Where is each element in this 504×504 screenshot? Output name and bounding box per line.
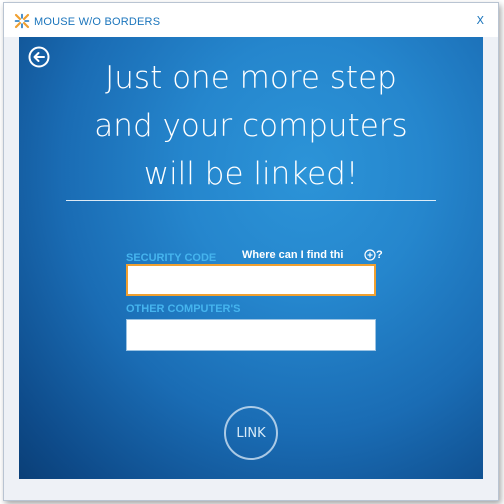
security-code-input[interactable] [126, 264, 376, 296]
headline-line-2: and your computers [94, 108, 408, 144]
security-code-label: SECURITY CODE [126, 252, 217, 264]
other-computer-label: OTHER COMPUTER'S [126, 303, 241, 315]
help-link-suffix[interactable]: ? [376, 249, 383, 261]
headline-line-3: will be linked! [143, 156, 359, 192]
mouse-without-borders-icon [14, 13, 30, 29]
window-title: MOUSE W/O BORDERS [34, 16, 161, 28]
help-icon[interactable] [364, 249, 376, 261]
help-link[interactable]: Where can I find thi [242, 249, 343, 261]
link-button[interactable]: LINK [224, 406, 278, 460]
main-panel: Just one more step and your computers wi… [19, 37, 483, 479]
headline-line-1: Just one more step [105, 60, 397, 96]
close-button[interactable]: X [476, 14, 484, 27]
title-bar: MOUSE W/O BORDERS X [4, 3, 498, 37]
other-computer-input[interactable] [126, 319, 376, 351]
app-window: MOUSE W/O BORDERS X Just one more step a… [3, 2, 499, 501]
divider [66, 200, 436, 201]
